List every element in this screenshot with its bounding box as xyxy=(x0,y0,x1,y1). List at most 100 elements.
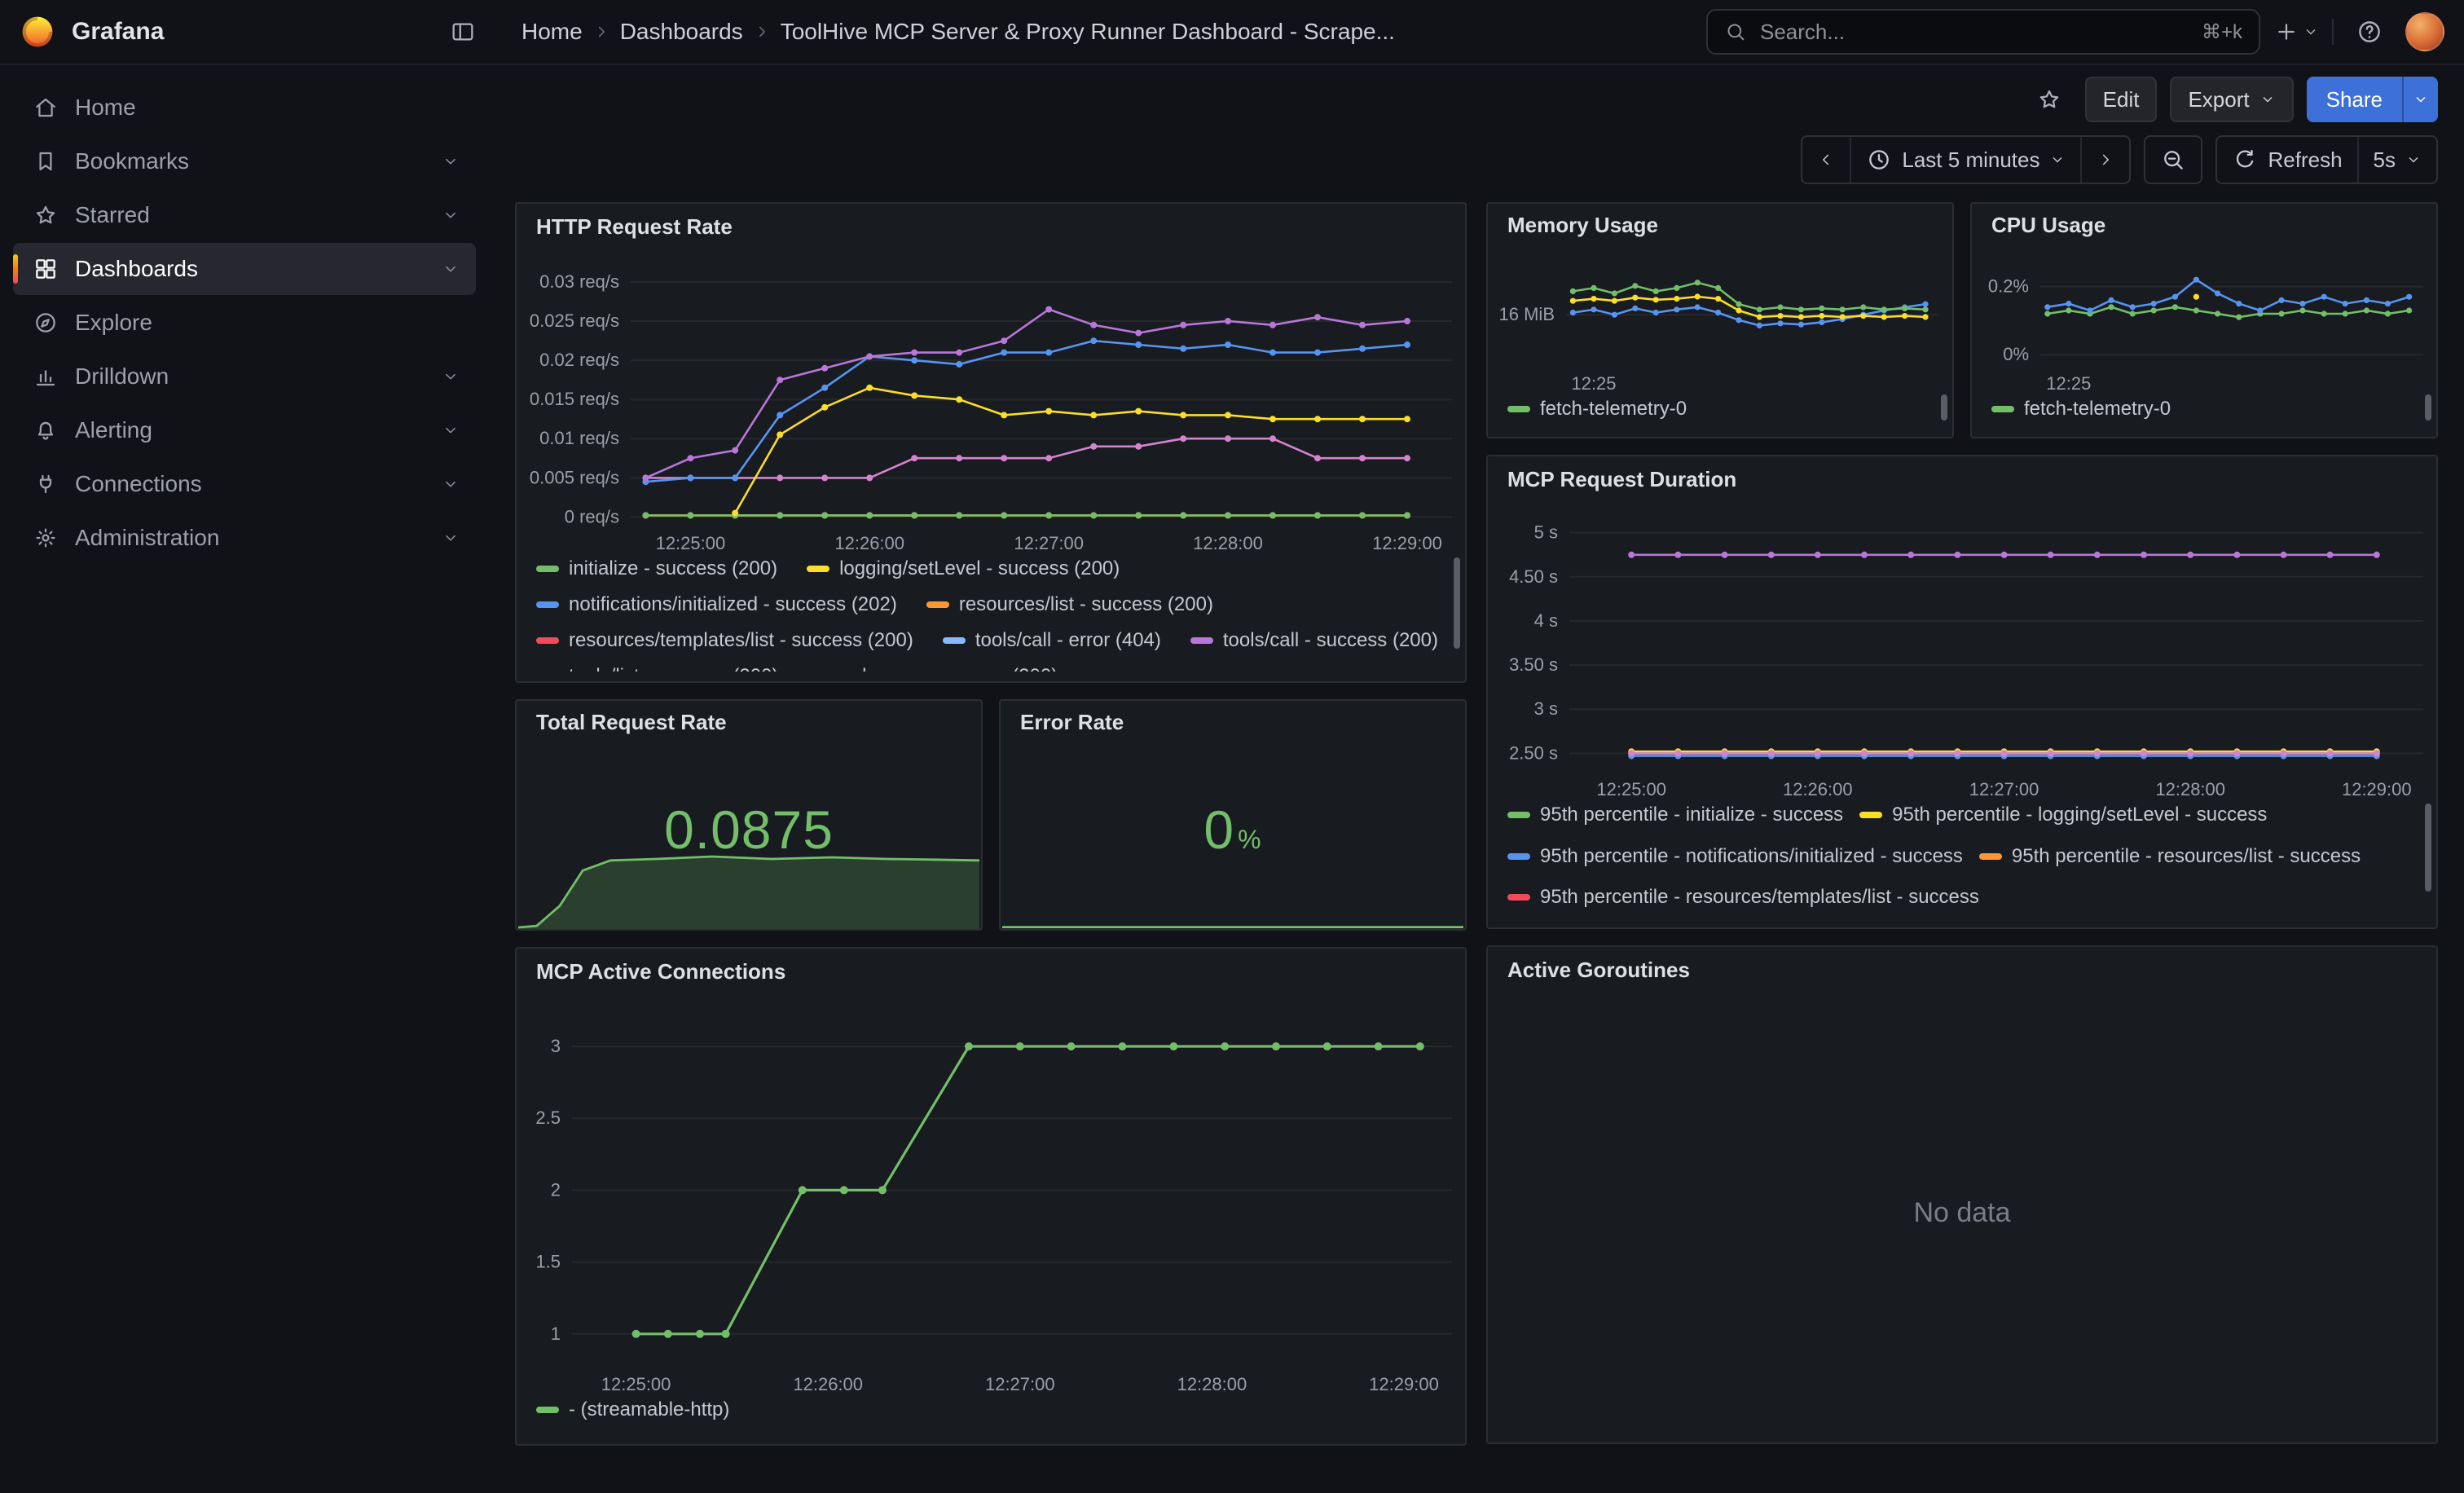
series-swatch xyxy=(536,566,559,572)
sidebar-item-dashboards[interactable]: Dashboards xyxy=(13,243,476,295)
svg-text:2: 2 xyxy=(551,1179,561,1200)
sidebar-item-bookmarks[interactable]: Bookmarks xyxy=(13,135,476,187)
series-swatch xyxy=(926,601,949,608)
series-label: tools/list - success (200) xyxy=(569,665,778,672)
cpu-usage-chart[interactable]: 0%0.2%12:25 xyxy=(1972,246,2436,394)
svg-text:5 s: 5 s xyxy=(1534,522,1558,543)
help-button[interactable] xyxy=(2347,9,2392,55)
series-label: tools/call - success (200) xyxy=(1223,629,1438,652)
series-swatch xyxy=(536,1407,559,1413)
search-icon xyxy=(1724,20,1747,43)
refresh-interval-picker[interactable]: 5s xyxy=(2357,137,2436,183)
legend: fetch-telemetry-0 xyxy=(1972,394,2436,430)
legend-item[interactable]: notifications/initialized - success (202… xyxy=(536,590,897,619)
svg-text:12:29:00: 12:29:00 xyxy=(1372,533,1442,553)
favorite-button[interactable] xyxy=(2026,77,2072,122)
series-label: 95th percentile - notifications/initiali… xyxy=(1540,845,1963,868)
chevron-down-icon[interactable] xyxy=(442,475,460,493)
sidebar-toggle-button[interactable] xyxy=(440,9,486,55)
legend-scrollbar[interactable] xyxy=(1941,394,1947,421)
legend-item[interactable]: - (streamable-http) xyxy=(536,1395,729,1425)
top-navbar: Grafana Home Dashboards ToolHive MCP Ser… xyxy=(0,0,2464,65)
home-icon xyxy=(33,95,59,121)
sidebar-item-alerting[interactable]: Alerting xyxy=(13,404,476,456)
share-button[interactable]: Share xyxy=(2307,77,2402,122)
search-box[interactable]: ⌘+k xyxy=(1706,9,2260,55)
memory-usage-chart[interactable]: 16 MiB12:25 xyxy=(1488,246,1952,394)
search-input[interactable] xyxy=(1760,20,2189,45)
panel-title[interactable]: Active Goroutines xyxy=(1488,947,2436,993)
sidebar-item-explore[interactable]: Explore xyxy=(13,297,476,349)
share-caret-button[interactable] xyxy=(2402,77,2438,122)
chevron-down-icon[interactable] xyxy=(442,260,460,278)
panel-title[interactable]: HTTP Request Rate xyxy=(517,204,1465,249)
series-label: notifications/initialized - success (202… xyxy=(569,593,897,616)
angle-left-icon xyxy=(1817,151,1835,169)
sidebar-item-home[interactable]: Home xyxy=(13,81,476,134)
breadcrumb-item-home[interactable]: Home xyxy=(521,19,583,45)
legend-scrollbar[interactable] xyxy=(2425,394,2431,421)
sidebar-item-drilldown[interactable]: Drilldown xyxy=(13,350,476,403)
legend-item[interactable]: 95th percentile - logging/setLevel - suc… xyxy=(1859,800,2267,830)
panel-title[interactable]: Error Rate xyxy=(1001,701,1465,743)
series-label: - (streamable-http) xyxy=(569,1398,729,1421)
series-label: fetch-telemetry-0 xyxy=(1540,398,1687,421)
user-avatar[interactable] xyxy=(2405,12,2444,51)
legend-scrollbar[interactable] xyxy=(2425,804,2431,892)
edit-button[interactable]: Edit xyxy=(2085,77,2158,122)
panel-mcp-active-connections: MCP Active Connections 11.522.5312:25:00… xyxy=(515,947,1467,1446)
series-swatch xyxy=(1190,637,1213,644)
svg-text:12:25:00: 12:25:00 xyxy=(601,1374,671,1394)
legend-item[interactable]: 95th percentile - initialize - success xyxy=(1507,800,1843,830)
chevron-down-icon[interactable] xyxy=(442,152,460,170)
legend-item[interactable]: logging/setLevel - success (200) xyxy=(807,554,1120,584)
panel-title[interactable]: CPU Usage xyxy=(1972,204,2436,246)
series-label: 95th percentile - logging/setLevel - suc… xyxy=(1892,804,2267,826)
legend-item[interactable]: fetch-telemetry-0 xyxy=(1507,394,1687,424)
mcp-request-duration-chart[interactable]: 2.50 s3 s3.50 s4 s4.50 s5 s12:25:0012:26… xyxy=(1488,502,2436,800)
mcp-active-connections-chart[interactable]: 11.522.5312:25:0012:26:0012:27:0012:28:0… xyxy=(517,994,1465,1395)
series-swatch xyxy=(536,637,559,644)
panel-title[interactable]: MCP Request Duration xyxy=(1488,456,2436,502)
panel-title[interactable]: MCP Active Connections xyxy=(517,949,1465,994)
legend-item[interactable]: resources/list - success (200) xyxy=(926,590,1213,619)
http-request-rate-chart[interactable]: 0 req/s0.005 req/s0.01 req/s0.015 req/s0… xyxy=(517,249,1465,554)
time-range-picker[interactable]: Last 5 minutes xyxy=(1850,137,2080,183)
chevron-down-icon[interactable] xyxy=(442,421,460,439)
dashboard-content: Edit Export Share Last 5 minutes xyxy=(489,65,2464,1491)
legend-item[interactable]: 95th percentile - resources/list - succe… xyxy=(1979,842,2361,871)
panel-title[interactable]: Memory Usage xyxy=(1488,204,1952,246)
panel-title[interactable]: Total Request Rate xyxy=(517,701,981,743)
chevron-down-icon[interactable] xyxy=(442,529,460,547)
legend-item[interactable]: initialize - success (200) xyxy=(536,554,777,584)
time-back-button[interactable] xyxy=(1802,137,1850,183)
legend-scrollbar[interactable] xyxy=(1454,557,1460,649)
chevron-down-icon[interactable] xyxy=(442,368,460,385)
legend-item[interactable]: tools/call - error (404) xyxy=(943,626,1161,655)
legend-item[interactable]: tools/call - success (200) xyxy=(1190,626,1438,655)
legend-item[interactable]: fetch-telemetry-0 xyxy=(1991,394,2171,424)
zoom-out-button[interactable] xyxy=(2145,137,2201,183)
legend-item[interactable]: tools/list - success (200) xyxy=(536,662,778,672)
series-label: 95th percentile - initialize - success xyxy=(1540,804,1843,826)
legend-item[interactable]: unknown - success (200) xyxy=(807,662,1058,672)
legend-wrap: - (streamable-http) xyxy=(517,1395,1465,1434)
new-button[interactable] xyxy=(2273,9,2319,55)
refresh-button[interactable]: Refresh xyxy=(2217,137,2356,183)
time-forward-button[interactable] xyxy=(2080,137,2129,183)
export-button[interactable]: Export xyxy=(2170,77,2293,122)
legend-item[interactable]: resources/templates/list - success (200) xyxy=(536,626,913,655)
grafana-logo-icon[interactable] xyxy=(20,14,55,50)
stat-value: 0% xyxy=(1001,799,1465,861)
chevron-down-icon[interactable] xyxy=(442,206,460,224)
legend-item[interactable]: 95th percentile - notifications/initiali… xyxy=(1507,842,1963,871)
svg-text:12:29:00: 12:29:00 xyxy=(1369,1374,1439,1394)
sidebar-item-administration[interactable]: Administration xyxy=(13,512,476,564)
series-label: fetch-telemetry-0 xyxy=(2024,398,2171,421)
svg-text:12:25:00: 12:25:00 xyxy=(1596,779,1666,799)
breadcrumb-item-dashboards[interactable]: Dashboards xyxy=(620,19,743,45)
sidebar-item-starred[interactable]: Starred xyxy=(13,189,476,241)
panel-grid: HTTP Request Rate 0 req/s0.005 req/s0.01… xyxy=(489,186,2464,1472)
sidebar-item-connections[interactable]: Connections xyxy=(13,458,476,510)
legend-item[interactable]: 95th percentile - resources/templates/li… xyxy=(1507,883,1979,912)
